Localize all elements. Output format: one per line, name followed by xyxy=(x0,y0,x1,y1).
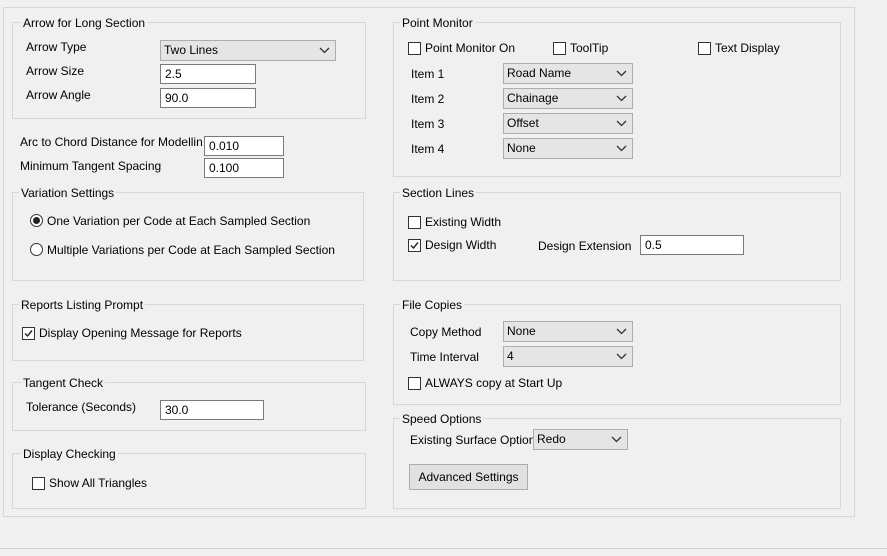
reports-group-title: Reports Listing Prompt xyxy=(19,298,146,312)
item-2-select[interactable]: Chainage xyxy=(503,88,633,109)
item-1-label: Item 1 xyxy=(411,67,445,81)
chevron-down-icon xyxy=(616,95,627,102)
variation-group xyxy=(12,192,364,281)
tooltip-checkbox[interactable] xyxy=(553,42,566,55)
point-monitor-on-checkbox[interactable] xyxy=(408,42,421,55)
time-interval-value: 4 xyxy=(507,349,514,363)
display-opening-checkbox[interactable] xyxy=(22,327,35,340)
display-opening-label[interactable]: Display Opening Message for Reports xyxy=(39,325,242,341)
display-checking-title: Display Checking xyxy=(21,447,118,461)
arrow-size-input[interactable]: 2.5 xyxy=(160,64,256,84)
section-lines-title: Section Lines xyxy=(400,186,477,200)
item-4-select[interactable]: None xyxy=(503,138,633,159)
item-2-value: Chainage xyxy=(507,91,559,105)
item-1-value: Road Name xyxy=(507,66,572,80)
item-3-select[interactable]: Offset xyxy=(503,113,633,134)
advanced-settings-button[interactable]: Advanced Settings xyxy=(409,464,528,490)
item-3-label: Item 3 xyxy=(411,117,445,131)
arrow-type-label: Arrow Type xyxy=(26,40,87,54)
show-triangles-label[interactable]: Show All Triangles xyxy=(49,475,147,491)
file-copies-title: File Copies xyxy=(400,298,465,312)
chevron-down-icon xyxy=(616,328,627,335)
copy-method-value: None xyxy=(507,324,536,338)
existing-width-label[interactable]: Existing Width xyxy=(425,214,501,230)
tolerance-input[interactable]: 30.0 xyxy=(160,400,264,420)
variation-group-title: Variation Settings xyxy=(19,186,117,200)
design-extension-input[interactable]: 0.5 xyxy=(640,235,744,255)
checkmark-icon xyxy=(24,330,33,338)
chevron-down-icon xyxy=(616,70,627,77)
arrow-size-label: Arrow Size xyxy=(26,64,85,78)
speed-options-title: Speed Options xyxy=(400,412,484,426)
time-interval-label: Time Interval xyxy=(410,350,479,364)
chevron-down-icon xyxy=(611,436,622,443)
min-tangent-label: Minimum Tangent Spacing xyxy=(20,159,162,173)
multiple-variations-label[interactable]: Multiple Variations per Code at Each Sam… xyxy=(47,242,335,258)
tolerance-label: Tolerance (Seconds) xyxy=(26,400,137,414)
point-monitor-title: Point Monitor xyxy=(400,16,475,30)
always-copy-checkbox[interactable] xyxy=(408,377,421,390)
arrow-type-select[interactable]: Two Lines xyxy=(160,40,336,61)
item-1-select[interactable]: Road Name xyxy=(503,63,633,84)
multiple-variations-radio[interactable] xyxy=(30,243,43,256)
item-4-value: None xyxy=(507,141,536,155)
item-2-label: Item 2 xyxy=(411,92,445,106)
chevron-down-icon xyxy=(319,47,330,54)
existing-surface-select[interactable]: Redo xyxy=(533,429,628,450)
arrow-angle-input[interactable]: 90.0 xyxy=(160,88,256,108)
text-display-label[interactable]: Text Display xyxy=(715,40,780,56)
arrow-type-value: Two Lines xyxy=(164,43,219,57)
chevron-down-icon xyxy=(616,353,627,360)
existing-surface-label: Existing Surface Option xyxy=(410,433,536,447)
arc-chord-label: Arc to Chord Distance for Modellin xyxy=(20,135,203,149)
time-interval-select[interactable]: 4 xyxy=(503,346,633,367)
existing-width-checkbox[interactable] xyxy=(408,216,421,229)
checkmark-icon xyxy=(410,242,419,250)
item-4-label: Item 4 xyxy=(411,142,445,156)
point-monitor-on-label[interactable]: Point Monitor On xyxy=(425,40,515,56)
one-variation-label[interactable]: One Variation per Code at Each Sampled S… xyxy=(47,213,310,229)
chevron-down-icon xyxy=(616,145,627,152)
item-3-value: Offset xyxy=(507,116,539,130)
show-triangles-checkbox[interactable] xyxy=(32,477,45,490)
arrow-angle-label: Arrow Angle xyxy=(26,88,91,102)
arc-chord-input[interactable]: 0.010 xyxy=(204,136,284,156)
arrow-group-title: Arrow for Long Section xyxy=(21,16,148,30)
chevron-down-icon xyxy=(616,120,627,127)
always-copy-label[interactable]: ALWAYS copy at Start Up xyxy=(425,375,562,391)
design-extension-label: Design Extension xyxy=(538,239,632,253)
text-display-checkbox[interactable] xyxy=(698,42,711,55)
min-tangent-input[interactable]: 0.100 xyxy=(204,158,284,178)
design-width-checkbox[interactable] xyxy=(408,239,421,252)
bottom-divider xyxy=(0,548,887,549)
copy-method-select[interactable]: None xyxy=(503,321,633,342)
one-variation-radio[interactable] xyxy=(30,214,43,227)
copy-method-label: Copy Method xyxy=(410,325,482,339)
existing-surface-value: Redo xyxy=(537,432,566,446)
design-width-label[interactable]: Design Width xyxy=(425,237,496,253)
tangent-check-title: Tangent Check xyxy=(21,376,106,390)
tooltip-label[interactable]: ToolTip xyxy=(570,40,608,56)
